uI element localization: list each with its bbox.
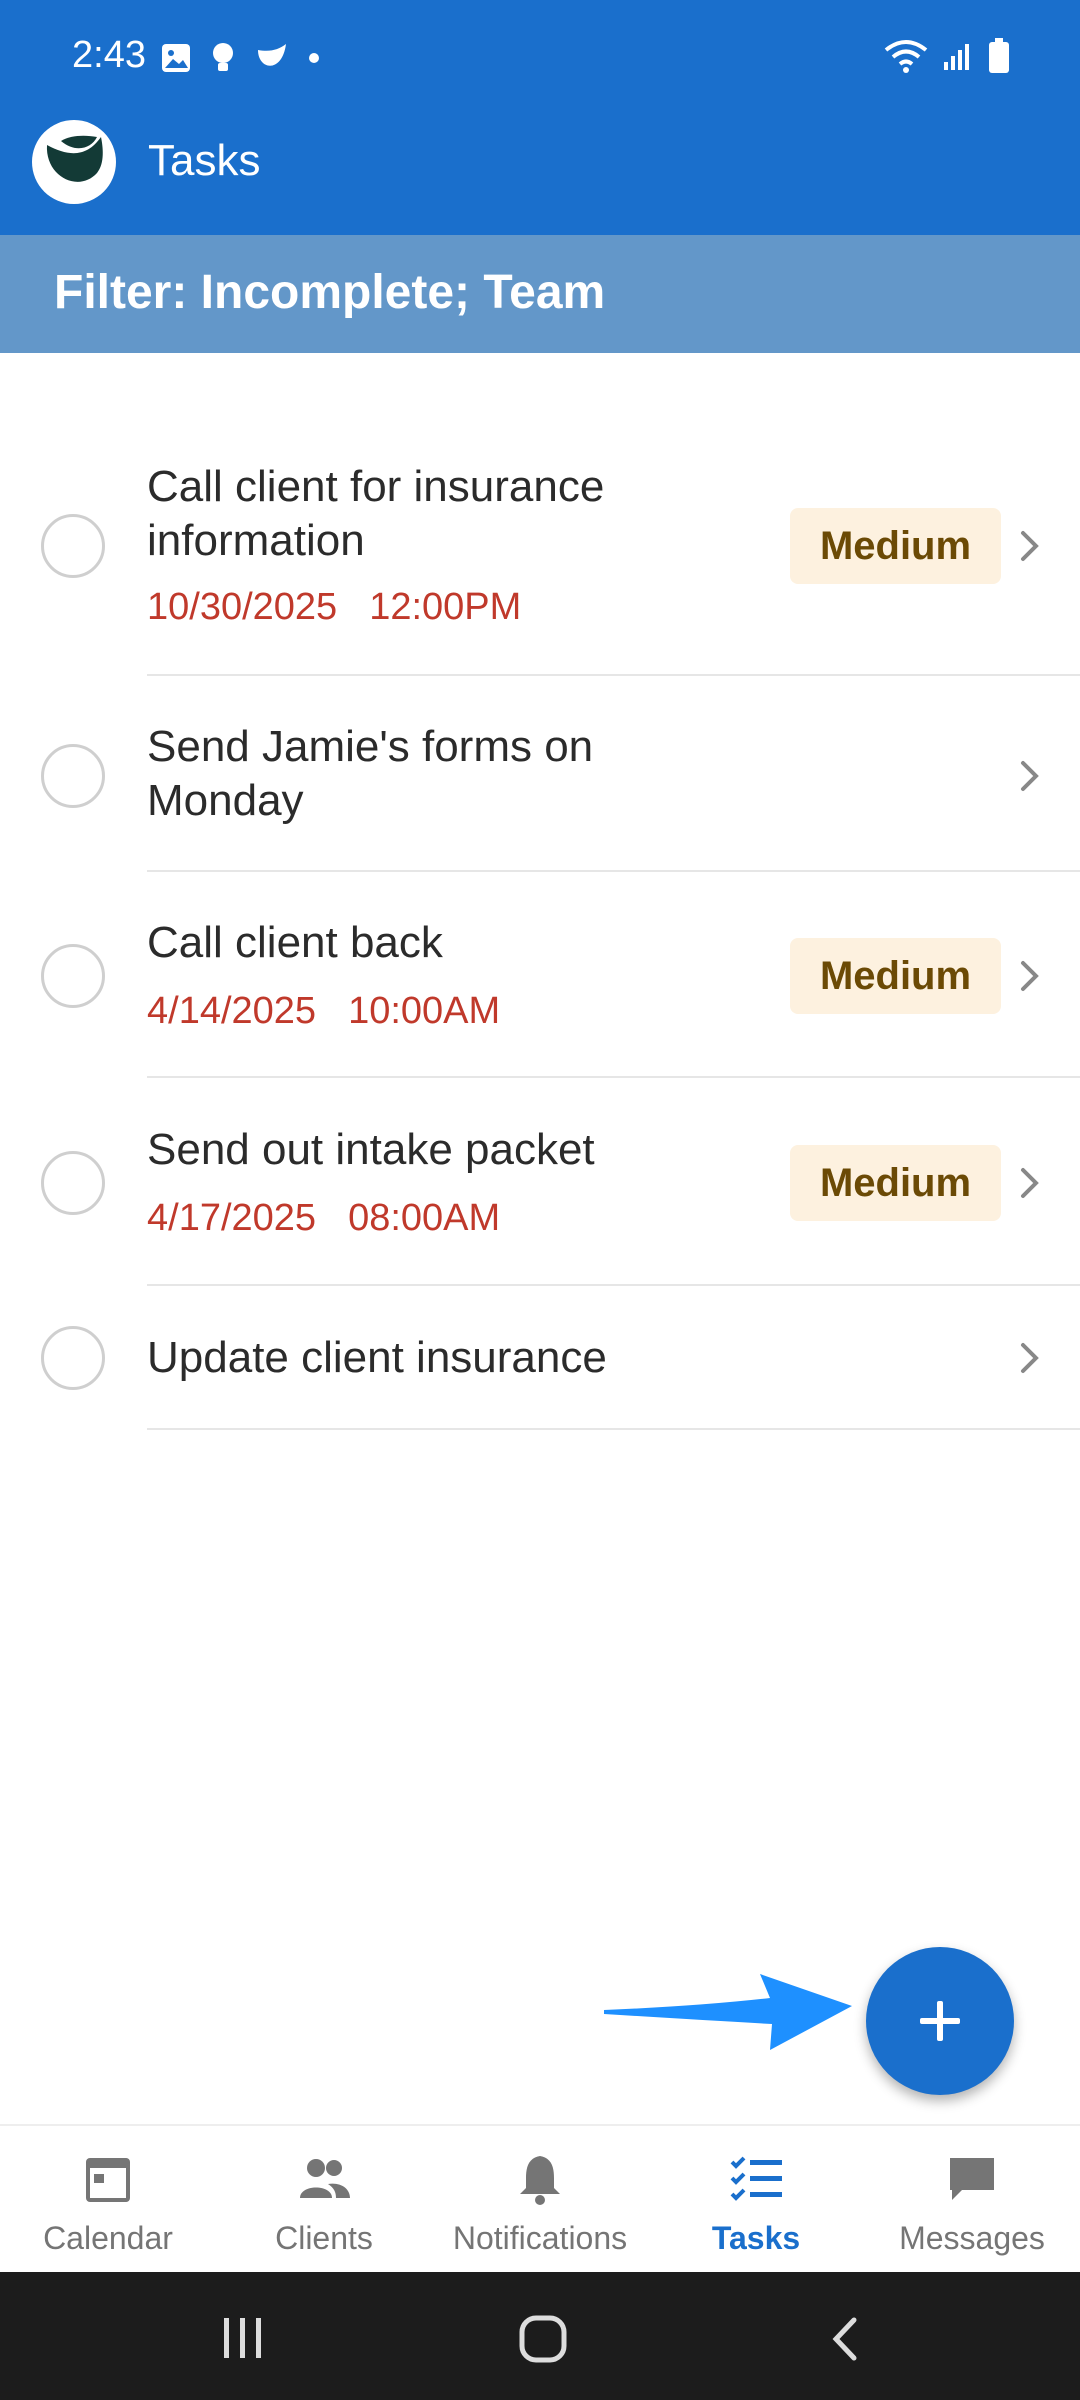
task-time: 12:00PM — [369, 586, 522, 628]
priority-badge: Medium — [790, 938, 1001, 1014]
plus-icon — [920, 2001, 960, 2041]
task-title: Call client for insurance information — [147, 462, 605, 565]
task-item[interactable]: Update client insurance — [0, 1286, 1080, 1430]
task-date: 10/30/2025 — [147, 586, 338, 628]
nav-item-clients[interactable]: Clients — [216, 2126, 432, 2274]
task-item[interactable]: Call client for insurance information 10… — [0, 444, 1080, 676]
status-system-icons — [884, 38, 1010, 74]
task-item[interactable]: Send Jamie's forms on Monday — [0, 676, 1080, 872]
add-task-button[interactable] — [866, 1947, 1014, 2095]
app-logo[interactable] — [32, 120, 116, 204]
nav-label: Tasks — [711, 2220, 801, 2256]
message-icon — [950, 2158, 994, 2200]
task-complete-checkbox[interactable] — [41, 744, 105, 808]
task-complete-checkbox[interactable] — [41, 1326, 105, 1390]
filter-bar[interactable]: Filter: Incomplete; Team — [0, 235, 1080, 353]
nav-label: Messages — [899, 2220, 1045, 2256]
task-title: Send out intake packet — [147, 1125, 595, 1174]
nav-item-tasks[interactable]: Tasks — [648, 2126, 864, 2274]
wifi-icon — [884, 40, 928, 73]
task-date: 4/14/2025 — [147, 990, 317, 1032]
chevron-right-icon — [1021, 1343, 1039, 1373]
task-due-date: 4/14/2025 10:00AM — [147, 990, 500, 1033]
calendar-icon — [86, 2158, 130, 2202]
gallery-icon — [162, 44, 190, 72]
divider — [147, 1428, 1080, 1430]
task-time: 10:00AM — [348, 990, 501, 1032]
filter-label: Filter: Incomplete; Team — [54, 266, 606, 319]
task-due-date: 10/30/2025 12:00PM — [147, 586, 521, 629]
bell-icon — [520, 2156, 560, 2205]
nav-item-messages[interactable]: Messages — [864, 2126, 1080, 2274]
people-icon — [300, 2159, 350, 2198]
battery-icon — [989, 38, 1009, 73]
nav-label: Notifications — [452, 2220, 628, 2256]
task-title: Call client back — [147, 918, 443, 967]
task-complete-checkbox[interactable] — [41, 514, 105, 578]
task-complete-checkbox[interactable] — [41, 1151, 105, 1215]
chevron-right-icon — [1021, 961, 1039, 991]
annotation-arrow-icon — [604, 1974, 852, 2050]
task-title: Send Jamie's forms on Monday — [147, 722, 594, 825]
nav-item-notifications[interactable]: Notifications — [432, 2126, 648, 2274]
chevron-right-icon — [1021, 1168, 1039, 1198]
status-bar: 2:43 — [0, 0, 1080, 118]
leaf-logo-icon — [46, 135, 103, 182]
status-notification-icons — [160, 40, 320, 76]
nav-item-calendar[interactable]: Calendar — [0, 2126, 216, 2274]
bottom-navigation: Calendar Clients Notifications Tasks Mes… — [0, 2124, 1080, 2272]
priority-badge: Medium — [790, 1145, 1001, 1221]
task-complete-checkbox[interactable] — [41, 944, 105, 1008]
dot-icon — [309, 53, 319, 63]
priority-badge: Medium — [790, 508, 1001, 584]
app-logo-small-icon — [258, 44, 286, 66]
lightbulb-icon — [213, 43, 233, 71]
nav-label: Clients — [275, 2220, 373, 2256]
page-title: Tasks — [148, 136, 261, 185]
task-time: 08:00AM — [348, 1197, 501, 1239]
recent-apps-icon[interactable] — [220, 2316, 266, 2360]
task-item[interactable]: Call client back 4/14/2025 10:00AM Medium — [0, 872, 1080, 1078]
task-title: Update client insurance — [147, 1333, 607, 1382]
chevron-right-icon — [1021, 531, 1039, 561]
task-date: 4/17/2025 — [147, 1197, 317, 1239]
chevron-right-icon — [1021, 761, 1039, 791]
back-icon[interactable] — [830, 2316, 860, 2362]
task-item[interactable]: Send out intake packet 4/17/2025 08:00AM … — [0, 1078, 1080, 1286]
nav-label: Calendar — [43, 2220, 173, 2256]
tasks-list-icon — [730, 2156, 782, 2201]
tasks-screen: 2:43 Tasks Filter: Incomplete; Team Call… — [0, 0, 1080, 2400]
task-due-date: 4/17/2025 08:00AM — [147, 1197, 500, 1240]
signal-icon — [944, 44, 969, 70]
app-bar: Tasks — [0, 118, 1080, 235]
system-navigation-bar — [0, 2272, 1080, 2400]
status-time: 2:43 — [72, 34, 146, 76]
home-icon[interactable] — [518, 2314, 568, 2364]
